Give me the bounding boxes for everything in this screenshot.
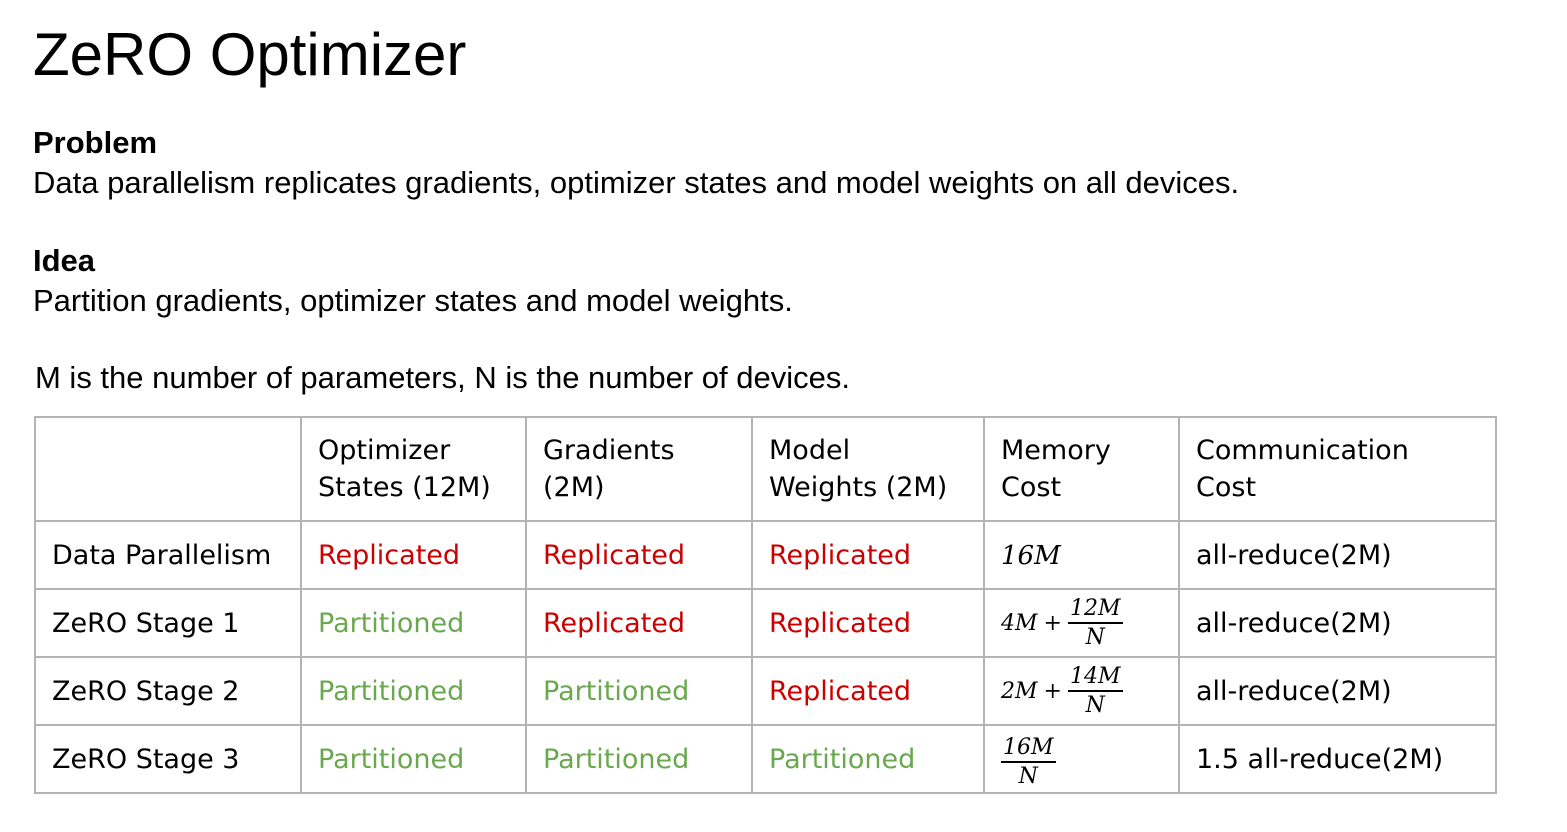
communication-cost-cell: all-reduce(2M) — [1178, 520, 1497, 590]
row-name: ZeRO Stage 1 — [34, 588, 302, 658]
row-name: ZeRO Stage 2 — [34, 656, 302, 726]
table-row: ZeRO Stage 3 Partitioned Partitioned Par… — [34, 724, 1497, 794]
definition-note: M is the number of parameters, N is the … — [35, 360, 850, 395]
table-row: ZeRO Stage 2 Partitioned Partitioned Rep… — [34, 656, 1497, 726]
memory-cost-formula: 2M + 14M N — [1001, 663, 1123, 718]
gradients-cell: Partitioned — [525, 724, 753, 794]
memory-cost-formula: 4M + 12M N — [1001, 595, 1123, 650]
fraction: 12M N — [1067, 595, 1123, 650]
optimizer-states-cell: Replicated — [300, 520, 527, 590]
gradients-cell: Replicated — [525, 520, 753, 590]
idea-heading: Idea — [33, 243, 96, 278]
header-model-weights: Model Weights (2M) — [751, 416, 985, 522]
fraction: 16M N — [1001, 734, 1056, 789]
memory-cost-cell: 2M + 14M N — [983, 656, 1180, 726]
optimizer-states-cell: Partitioned — [300, 656, 527, 726]
header-communication-cost: Communication Cost — [1178, 416, 1497, 522]
memory-cost-cell: 4M + 12M N — [983, 588, 1180, 658]
model-weights-cell: Partitioned — [751, 724, 985, 794]
table-row: ZeRO Stage 1 Partitioned Replicated Repl… — [34, 588, 1497, 658]
optimizer-states-cell: Partitioned — [300, 724, 527, 794]
communication-cost-cell: all-reduce(2M) — [1178, 656, 1497, 726]
page-title: ZeRO Optimizer — [33, 21, 467, 88]
header-empty-cell — [34, 416, 302, 522]
model-weights-cell: Replicated — [751, 656, 985, 726]
communication-cost-cell: 1.5 all-reduce(2M) — [1178, 724, 1497, 794]
header-gradients: Gradients (2M) — [525, 416, 753, 522]
gradients-cell: Partitioned — [525, 656, 753, 726]
table-header-row: Optimizer States (12M) Gradients (2M) Mode… — [34, 416, 1497, 522]
table-row: Data Parallelism Replicated Replicated R… — [34, 520, 1497, 590]
memory-cost-formula: 16M N — [1001, 736, 1056, 788]
memory-cost-formula: 16M — [1001, 540, 1061, 571]
memory-cost-cell: 16M — [983, 520, 1180, 590]
communication-cost-cell: all-reduce(2M) — [1178, 588, 1497, 658]
problem-heading: Problem — [33, 125, 158, 160]
model-weights-cell: Replicated — [751, 588, 985, 658]
row-name: Data Parallelism — [34, 520, 302, 590]
header-memory-cost: Memory Cost — [983, 416, 1180, 522]
header-optimizer-states: Optimizer States (12M) — [300, 416, 527, 522]
gradients-cell: Replicated — [525, 588, 753, 658]
row-name: ZeRO Stage 3 — [34, 724, 302, 794]
fraction: 14M N — [1067, 663, 1123, 718]
problem-text: Data parallelism replicates gradients, o… — [33, 165, 1240, 200]
model-weights-cell: Replicated — [751, 520, 985, 590]
idea-text: Partition gradients, optimizer states an… — [33, 283, 793, 318]
optimizer-states-cell: Partitioned — [300, 588, 527, 658]
memory-cost-cell: 16M N — [983, 724, 1180, 794]
zero-stages-table: Optimizer States (12M) Gradients (2M) Mode… — [34, 416, 1497, 794]
